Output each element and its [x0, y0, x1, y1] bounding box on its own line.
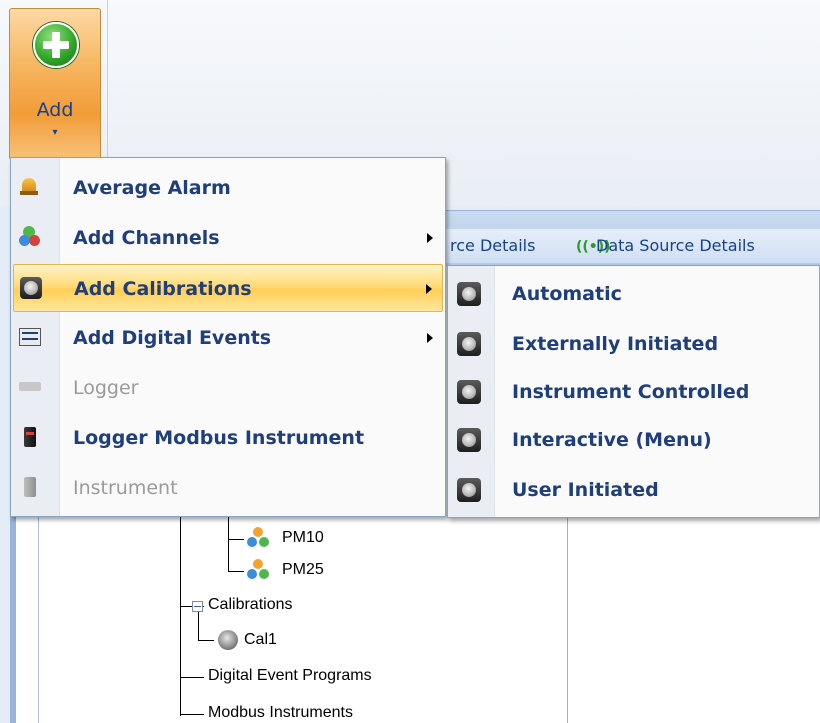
menu-item-label: Add Channels — [73, 227, 220, 249]
gauge-icon — [20, 277, 42, 299]
gauge-icon — [457, 332, 481, 356]
tree-line — [198, 640, 214, 641]
modbus-instrument-icon — [19, 426, 41, 448]
tree-line — [180, 677, 204, 678]
tab-label: rce Details — [450, 236, 536, 255]
submenu-item-label: Externally Initiated — [512, 333, 719, 355]
gauge-icon — [457, 428, 481, 452]
tree-line — [180, 714, 204, 715]
menu-item-label: Add Digital Events — [73, 327, 272, 349]
collapse-toggle-icon[interactable]: − — [192, 601, 203, 612]
submenu-item-label: Interactive (Menu) — [512, 429, 712, 451]
document-tabstrip: rce Details ((•))Data Source Details — [446, 210, 820, 267]
tree-line — [228, 539, 244, 540]
submenu-arrow-icon — [426, 284, 432, 294]
add-dropdown-menu: Average Alarm Add Channels Add Calibrati… — [10, 157, 446, 517]
tree-panel — [10, 516, 567, 723]
menu-item-logger-modbus-instrument[interactable]: Logger Modbus Instrument — [13, 414, 443, 462]
dropdown-caret-icon: ▾ — [52, 127, 58, 138]
tree-line — [180, 516, 181, 716]
tree-node-modbus-instruments[interactable]: Modbus Instruments — [208, 704, 353, 722]
bell-icon — [19, 176, 41, 198]
submenu-arrow-icon — [427, 333, 433, 343]
submenu-item-automatic[interactable]: Automatic — [448, 269, 818, 319]
add-button[interactable]: Add ▾ — [9, 8, 101, 160]
menu-item-label: Average Alarm — [73, 177, 231, 199]
menu-item-add-digital-events[interactable]: Add Digital Events — [13, 314, 443, 362]
calibrations-submenu: Automatic Externally Initiated Instrumen… — [447, 265, 820, 518]
instrument-icon — [19, 476, 41, 498]
submenu-item-label: User Initiated — [512, 479, 659, 501]
menu-item-label: Instrument — [73, 477, 178, 499]
tree-line — [228, 571, 244, 572]
gauge-icon — [218, 630, 238, 650]
logger-icon — [19, 376, 41, 398]
tree-line — [228, 516, 229, 572]
tree-node-label: PM10 — [282, 529, 324, 546]
channel-icon — [247, 559, 269, 581]
tree-panel-border — [38, 516, 39, 723]
menu-item-add-calibrations[interactable]: Add Calibrations — [13, 264, 443, 312]
submenu-item-label: Instrument Controlled — [512, 381, 750, 403]
tree-node-digital-event-programs[interactable]: Digital Event Programs — [208, 667, 372, 685]
menu-item-logger[interactable]: Logger — [13, 364, 443, 412]
submenu-item-instrument-controlled[interactable]: Instrument Controlled — [448, 367, 818, 417]
gauge-icon — [457, 380, 481, 404]
gauge-icon — [457, 282, 481, 306]
submenu-arrow-icon — [427, 233, 433, 243]
menu-item-label: Add Calibrations — [74, 278, 252, 300]
channels-icon — [19, 226, 41, 248]
submenu-item-user-initiated[interactable]: User Initiated — [448, 465, 818, 515]
submenu-item-externally-initiated[interactable]: Externally Initiated — [448, 319, 818, 369]
menu-item-label: Logger Modbus Instrument — [73, 427, 365, 449]
plus-circle-icon — [33, 22, 79, 68]
wireless-signal-icon: ((•)) — [576, 239, 611, 255]
digital-events-icon — [19, 326, 41, 348]
tab-label: Data Source Details — [596, 236, 755, 255]
submenu-item-interactive-menu[interactable]: Interactive (Menu) — [448, 415, 818, 465]
tab-source-details[interactable]: rce Details — [446, 229, 571, 263]
channel-icon — [247, 527, 269, 549]
tree-node-label: Calibrations — [208, 596, 293, 613]
tab-data-source-details[interactable]: ((•))Data Source Details — [570, 229, 820, 263]
tree-node-label: PM25 — [282, 561, 324, 578]
gauge-icon — [457, 478, 481, 502]
details-panel — [567, 516, 820, 723]
submenu-item-label: Automatic — [512, 283, 622, 305]
tree-line — [198, 612, 199, 640]
menu-item-instrument[interactable]: Instrument — [13, 464, 443, 512]
tree-node-label: Cal1 — [244, 631, 277, 648]
menu-item-add-channels[interactable]: Add Channels — [13, 214, 443, 262]
add-button-label: Add — [36, 99, 74, 121]
menu-item-average-alarm[interactable]: Average Alarm — [13, 164, 443, 212]
menu-item-label: Logger — [73, 377, 139, 399]
